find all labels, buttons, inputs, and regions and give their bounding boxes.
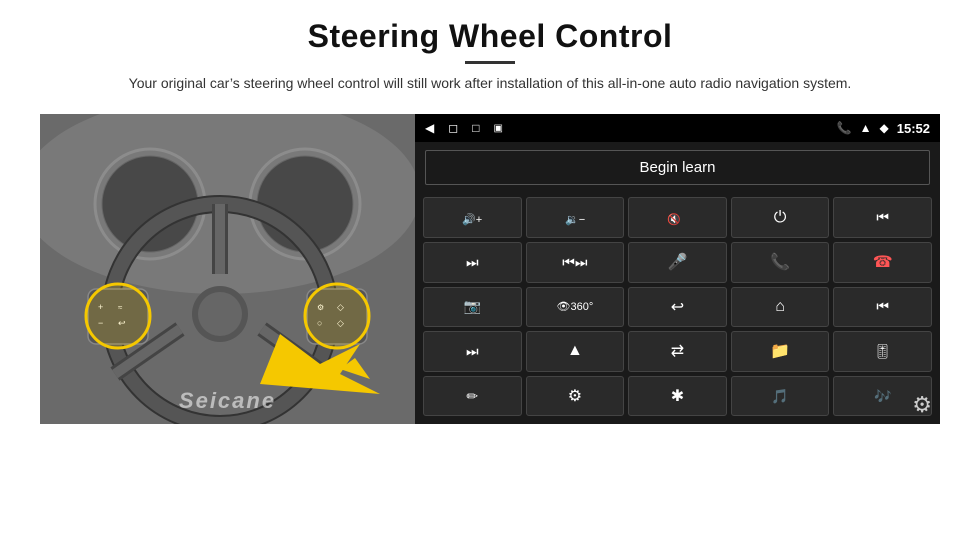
svg-text:🔇: 🔇 — [667, 213, 681, 226]
watermark: Seicane — [179, 388, 276, 414]
bluetooth-button[interactable]: ✱ — [628, 376, 727, 417]
steering-wheel-image: + ≈ − ↩ ⚙ ◇ ○ ◇ Seicane — [40, 114, 415, 424]
equalizer-button[interactable]: 🎚 — [833, 331, 932, 372]
status-bar: ◀ ◻ □ ▣ 📞 ▲ ◆ 15:52 — [415, 114, 940, 142]
content-area: + ≈ − ↩ ⚙ ◇ ○ ◇ Seicane — [40, 114, 940, 424]
wifi-icon: ▲ — [860, 121, 872, 135]
back-button[interactable]: ↩ — [628, 287, 727, 328]
vol-up-button[interactable]: 🔊+ — [423, 197, 522, 238]
prev-track-button[interactable]: ⏮ — [833, 197, 932, 238]
navigate-button[interactable]: ▲ — [526, 331, 625, 372]
subtitle: Your original car’s steering wheel contr… — [129, 72, 852, 94]
status-right-icons: 📞 ▲ ◆ 15:52 — [837, 121, 930, 136]
svg-text:🔊+: 🔊+ — [462, 212, 482, 226]
music-button[interactable]: 🎵 — [731, 376, 830, 417]
gps-icon: ◆ — [880, 121, 889, 135]
begin-learn-button[interactable]: Begin learn — [425, 150, 930, 185]
title-divider — [465, 61, 515, 64]
recents-icon: □ — [472, 121, 479, 135]
begin-learn-row: Begin learn — [415, 142, 940, 193]
folder-button[interactable]: 📁 — [731, 331, 830, 372]
vol-down-button[interactable]: 🔉− — [526, 197, 625, 238]
pen-button[interactable]: ✏ — [423, 376, 522, 417]
page-wrapper: Steering Wheel Control Your original car… — [0, 0, 980, 546]
phone-button[interactable]: 📞 — [731, 242, 830, 283]
skip-button[interactable]: ⏮⏭ — [526, 242, 625, 283]
phone-signal-icon: 📞 — [837, 121, 852, 135]
home-button[interactable]: ⌂ — [731, 287, 830, 328]
hangup-button[interactable]: ☎ — [833, 242, 932, 283]
next-button[interactable]: ⏭ — [423, 242, 522, 283]
mute-button[interactable]: 🔇 — [628, 197, 727, 238]
power-button[interactable]: ⏻ — [731, 197, 830, 238]
home-square-icon: ◻ — [448, 121, 458, 135]
controls-grid: 🔊+ 🔉− 🔇 ⏻ ⏮ ⏭ ⏮⏭ 🎤 📞 ☎ 📷 👁360° ↩ ⌂ ⏮ ⏭ — [415, 193, 940, 424]
clock-display: 15:52 — [897, 121, 930, 136]
fast-forward-button[interactable]: ⏭ — [423, 331, 522, 372]
page-title: Steering Wheel Control — [129, 18, 852, 55]
status-left-icons: ◀ ◻ □ ▣ — [425, 121, 503, 135]
view360-button[interactable]: 👁360° — [526, 287, 625, 328]
sd-icon: ▣ — [493, 123, 502, 134]
svg-text:🔉−: 🔉− — [565, 214, 585, 226]
settings-gear-icon[interactable]: ⚙ — [912, 392, 932, 418]
title-section: Steering Wheel Control Your original car… — [129, 18, 852, 106]
android-panel: ◀ ◻ □ ▣ 📞 ▲ ◆ 15:52 Begin learn � — [415, 114, 940, 424]
camera-button[interactable]: 📷 — [423, 287, 522, 328]
knob-button[interactable]: ⚙ — [526, 376, 625, 417]
switch-button[interactable]: ⇄ — [628, 331, 727, 372]
back-arrow-icon: ◀ — [425, 121, 434, 135]
rewind-button[interactable]: ⏮ — [833, 287, 932, 328]
mic-button[interactable]: 🎤 — [628, 242, 727, 283]
